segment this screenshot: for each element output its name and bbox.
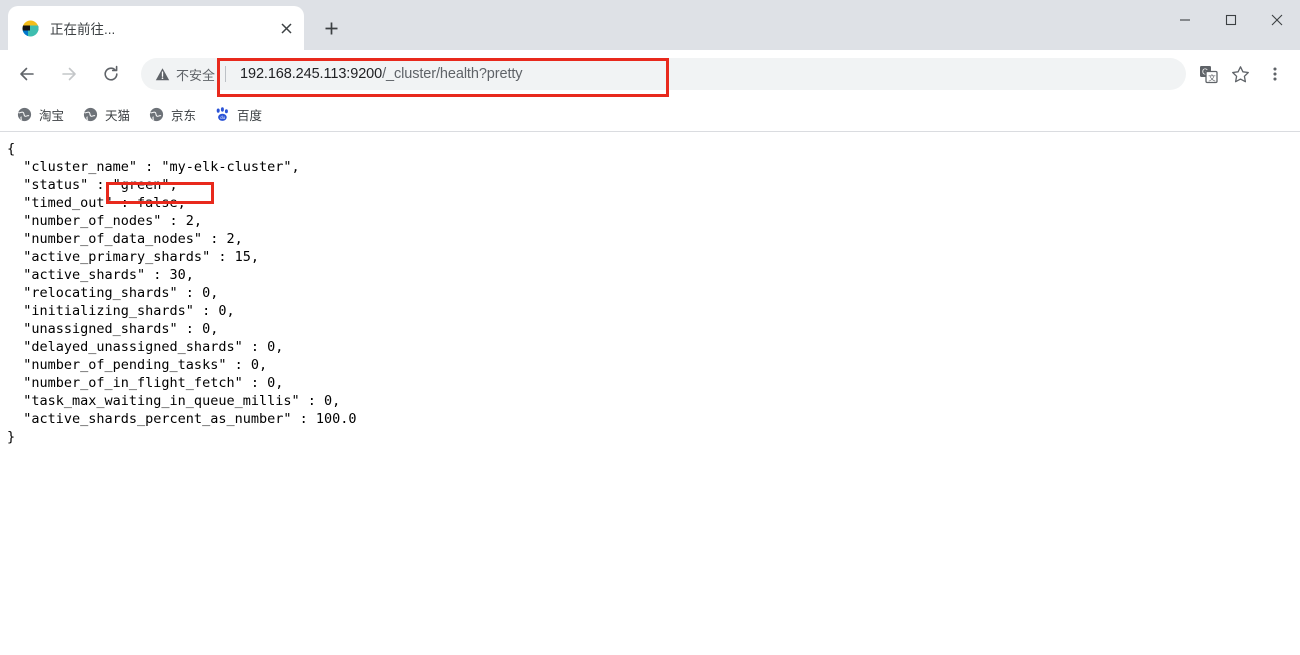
bookmark-item-jd[interactable]: 京东 [140, 103, 204, 127]
browser-window: 正在前往... 不安全 192.168.245.113:9200/_cluste… [0, 0, 1300, 655]
maximize-button[interactable] [1208, 0, 1254, 40]
browser-tab[interactable]: 正在前往... [8, 6, 304, 50]
minimize-button[interactable] [1162, 0, 1208, 40]
tab-title: 正在前往... [50, 22, 116, 37]
security-indicator[interactable]: 不安全 [155, 65, 225, 84]
new-tab-button[interactable] [316, 13, 346, 43]
json-response-body: { "cluster_name" : "my-elk-cluster", "st… [7, 141, 357, 445]
baidu-paw-icon: du [214, 107, 230, 123]
url-host: 192.168.245.113:9200 [240, 66, 383, 82]
omnibox-divider [225, 66, 227, 82]
tab-close-button[interactable] [274, 16, 298, 40]
security-label: 不安全 [176, 67, 216, 83]
elasticsearch-favicon [22, 20, 39, 37]
tab-strip: 正在前往... [0, 0, 1300, 50]
warning-triangle-icon [155, 67, 170, 80]
translate-icon[interactable]: G 文 [1192, 58, 1224, 90]
bookmark-label: 百度 [237, 109, 263, 123]
url-text[interactable]: 192.168.245.113:9200/_cluster/health?pre… [240, 66, 523, 82]
bookmark-label: 京东 [171, 109, 197, 123]
bookmark-label: 天猫 [105, 109, 131, 123]
bookmark-label: 淘宝 [39, 109, 65, 123]
address-bar[interactable]: 不安全 192.168.245.113:9200/_cluster/health… [141, 58, 1186, 90]
browser-toolbar: 不安全 192.168.245.113:9200/_cluster/health… [0, 50, 1300, 98]
three-dot-menu-icon[interactable] [1260, 58, 1290, 90]
back-button[interactable] [9, 56, 45, 92]
globe-icon [82, 107, 98, 123]
globe-icon [148, 107, 164, 123]
forward-button[interactable] [51, 56, 87, 92]
page-content-area: { "cluster_name" : "my-elk-cluster", "st… [0, 132, 1300, 654]
bookmarks-bar: 淘宝 天猫 京东 du 百度 [0, 98, 1300, 132]
svg-text:文: 文 [1208, 72, 1216, 82]
reload-button[interactable] [93, 56, 129, 92]
star-icon[interactable] [1224, 58, 1256, 90]
close-button[interactable] [1254, 0, 1300, 40]
window-controls [1162, 0, 1300, 40]
bookmark-item-baidu[interactable]: du 百度 [206, 103, 270, 127]
url-path: /_cluster/health?pretty [382, 66, 523, 82]
globe-icon [16, 107, 32, 123]
bookmark-item-tmall[interactable]: 天猫 [74, 103, 138, 127]
bookmark-item-taobao[interactable]: 淘宝 [8, 103, 72, 127]
svg-text:du: du [220, 115, 225, 120]
